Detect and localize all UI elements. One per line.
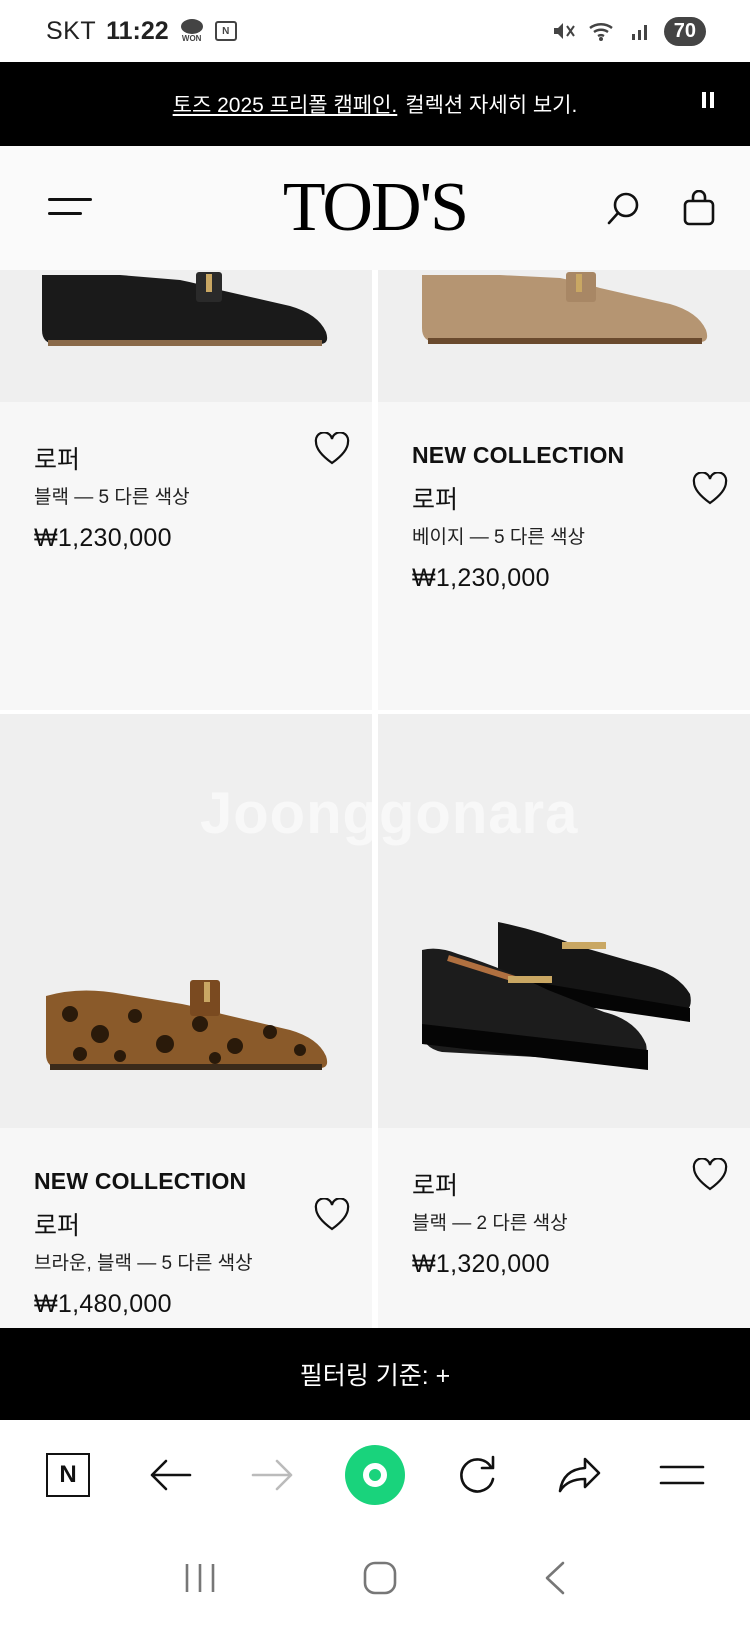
back-nav-icon[interactable] xyxy=(543,1560,567,1596)
pause-icon[interactable] xyxy=(702,92,714,108)
home-icon[interactable] xyxy=(362,1560,398,1596)
filter-button[interactable]: 필터링 기준: + xyxy=(0,1328,750,1420)
share-button[interactable] xyxy=(550,1445,610,1505)
status-bar: SKT 11:22 WON N 70 xyxy=(0,0,750,62)
leopard-loafer-image xyxy=(46,980,328,1070)
battery-indicator: 70 xyxy=(663,16,706,46)
share-icon xyxy=(558,1457,600,1493)
wifi-icon xyxy=(589,23,613,41)
product-color-info: 블랙 — 5 다른 색상 xyxy=(34,487,190,508)
product-card[interactable]: NEW COLLECTION 로퍼 베이지 — 5 다른 색상 ₩1,230,0… xyxy=(378,270,750,710)
new-collection-badge: NEW COLLECTION xyxy=(34,1168,247,1194)
promo-text: 컬렉션 자세히 보기. xyxy=(405,94,578,117)
heart-icon[interactable] xyxy=(692,472,728,506)
product-card[interactable]: 로퍼 블랙 — 5 다른 색상 ₩1,230,000 xyxy=(0,270,372,710)
new-collection-badge: NEW COLLECTION xyxy=(412,442,625,468)
product-price: ₩1,230,000 xyxy=(412,564,550,592)
product-color-info: 블랙 — 2 다른 색상 xyxy=(412,1213,568,1234)
recent-apps-icon[interactable] xyxy=(183,1562,217,1594)
heart-icon[interactable] xyxy=(314,432,350,466)
naver-home-button[interactable]: N xyxy=(38,1445,98,1505)
naver-n-icon: N xyxy=(46,1453,90,1497)
black-platform-loafers-image xyxy=(422,922,691,1070)
back-button[interactable] xyxy=(140,1445,200,1505)
signal-icon xyxy=(631,25,647,40)
product-name: 로퍼 xyxy=(34,446,81,474)
hamburger-icon xyxy=(659,1465,705,1485)
menu-button[interactable] xyxy=(652,1445,712,1505)
mute-icon xyxy=(553,23,575,39)
product-price: ₩1,480,000 xyxy=(34,1290,172,1318)
product-image[interactable] xyxy=(378,270,750,402)
search-icon[interactable] xyxy=(606,190,642,226)
product-color-info: 베이지 — 5 다른 색상 xyxy=(412,527,586,548)
black-loafer-image xyxy=(42,272,328,346)
bag-icon[interactable] xyxy=(682,190,716,226)
heart-icon[interactable] xyxy=(314,1198,350,1232)
forward-button[interactable] xyxy=(243,1445,303,1505)
n-notification-icon: N xyxy=(214,21,237,41)
site-header: TOD'S xyxy=(0,146,750,270)
product-price: ₩1,230,000 xyxy=(34,524,172,552)
forward-arrow-icon xyxy=(251,1459,292,1491)
product-image[interactable] xyxy=(0,270,372,402)
browser-toolbar: N xyxy=(0,1420,750,1530)
heart-icon[interactable] xyxy=(692,1158,728,1192)
back-arrow-icon xyxy=(151,1459,192,1491)
watermark: Joonggonara xyxy=(200,781,579,846)
won-icon: WON xyxy=(179,16,205,46)
promo-link[interactable]: 토즈 2025 프리폴 캠페인. xyxy=(173,89,398,119)
filter-label: 필터링 기준: + xyxy=(299,1362,451,1390)
clock: 11:22 xyxy=(106,16,169,45)
product-name: 로퍼 xyxy=(412,486,459,514)
product-name: 로퍼 xyxy=(412,1172,459,1200)
product-name: 로퍼 xyxy=(34,1212,81,1240)
carrier-label: SKT xyxy=(46,16,97,45)
system-nav-bar xyxy=(0,1530,750,1625)
product-color-info: 브라운, 블랙 — 5 다른 색상 xyxy=(34,1253,253,1274)
green-dot-button[interactable] xyxy=(344,1445,405,1505)
product-image[interactable] xyxy=(0,714,372,1128)
product-price: ₩1,320,000 xyxy=(412,1250,550,1278)
green-dot-icon xyxy=(344,1445,405,1505)
refresh-icon xyxy=(460,1455,495,1493)
product-image[interactable] xyxy=(378,714,750,1128)
beige-loafer-image xyxy=(422,272,708,344)
promo-banner: 토즈 2025 프리폴 캠페인. 컬렉션 자세히 보기. xyxy=(0,62,750,146)
refresh-button[interactable] xyxy=(447,1445,507,1505)
